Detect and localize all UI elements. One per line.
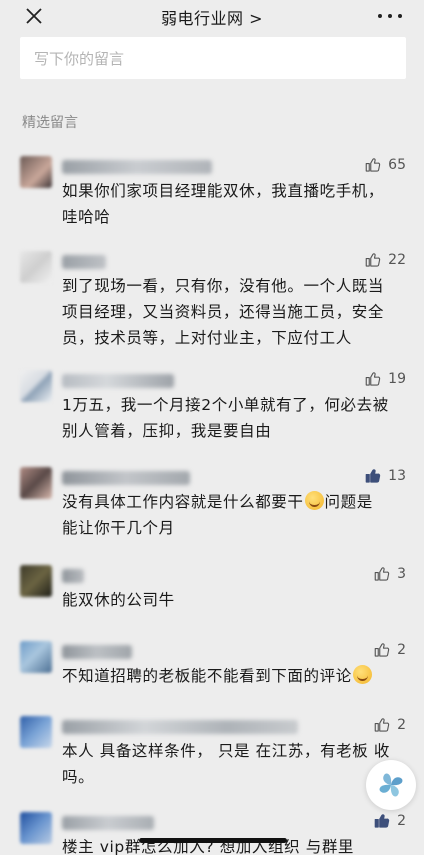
comment-item: 2 楼主 vip群怎么加入? 想加入组织 与群里 bbox=[20, 812, 406, 855]
like-button[interactable]: 65 bbox=[364, 156, 406, 174]
comment-author bbox=[62, 645, 132, 659]
comment-text: 到了现场一看，只有你，没有他。一个人既当 项目经理，又当资料员，还得当施工员，安… bbox=[62, 277, 385, 347]
comment-input-placeholder: 写下你的留言 bbox=[34, 49, 125, 68]
like-button[interactable]: 22 bbox=[364, 251, 406, 269]
page-title[interactable]: 弱电行业网 > bbox=[161, 5, 263, 29]
more-icon[interactable] bbox=[378, 6, 402, 26]
comment-author bbox=[62, 471, 190, 485]
like-button[interactable]: 3 bbox=[373, 565, 406, 583]
thumbs-up-icon bbox=[374, 643, 390, 657]
comment-item: 2 不知道招聘的老板能不能看到下面的评论 bbox=[20, 641, 406, 685]
comment-author bbox=[62, 816, 154, 830]
like-button[interactable]: 2 bbox=[373, 641, 406, 659]
comment-item: 3 能双休的公司牛 bbox=[20, 565, 406, 609]
avatar[interactable] bbox=[20, 812, 52, 844]
like-count: 22 bbox=[388, 252, 406, 268]
like-count: 2 bbox=[397, 717, 406, 733]
like-button[interactable]: 13 bbox=[364, 467, 406, 485]
comment-text: 1万五，我一个月接2个小单就有了，何必去被 别人管着，压抑，我是要自由 bbox=[62, 396, 389, 440]
thumbs-up-icon bbox=[365, 158, 381, 172]
laughing-emoji-icon bbox=[352, 665, 372, 684]
comment-text: 本人 具备这样条件， 只是 在江苏，有老板 收 吗。 bbox=[62, 742, 391, 786]
comment-input[interactable]: 写下你的留言 bbox=[20, 37, 406, 79]
comment-author bbox=[62, 720, 298, 734]
comment-item: 13 没有具体工作内容就是什么都要干 问题是 能让你干几个月 bbox=[20, 467, 406, 537]
avatar[interactable] bbox=[20, 251, 52, 283]
comment-author bbox=[62, 160, 212, 174]
avatar[interactable] bbox=[20, 565, 52, 597]
like-count: 2 bbox=[397, 813, 406, 829]
section-title: 精选留言 bbox=[22, 115, 78, 131]
close-icon[interactable] bbox=[22, 4, 46, 28]
comment-item: 65 如果你们家项目经理能双休，我直播吃手机， 哇哈哈 bbox=[20, 156, 406, 226]
thumbs-up-icon bbox=[365, 372, 381, 386]
comment-text: 如果你们家项目经理能双休，我直播吃手机， 哇哈哈 bbox=[62, 182, 385, 226]
like-count: 19 bbox=[388, 371, 406, 387]
comment-text: 能双休的公司牛 bbox=[62, 591, 175, 609]
laughing-emoji-icon bbox=[304, 491, 324, 510]
like-button[interactable]: 2 bbox=[373, 812, 406, 830]
comment-author bbox=[62, 569, 84, 583]
comment-author bbox=[62, 255, 106, 269]
avatar[interactable] bbox=[20, 370, 52, 402]
comment-author bbox=[62, 374, 174, 388]
avatar[interactable] bbox=[20, 716, 52, 748]
comment-item: 22 到了现场一看，只有你，没有他。一个人既当 项目经理，又当资料员，还得当施工… bbox=[20, 251, 406, 347]
thumbs-up-icon bbox=[374, 814, 390, 828]
home-indicator bbox=[139, 838, 287, 843]
like-count: 65 bbox=[388, 157, 406, 173]
avatar[interactable] bbox=[20, 156, 52, 188]
like-count: 13 bbox=[388, 468, 406, 484]
thumbs-up-icon bbox=[365, 469, 381, 483]
thumbs-up-icon bbox=[374, 567, 390, 581]
floating-logo-button[interactable] bbox=[366, 760, 416, 810]
comment-text: 没有具体工作内容就是什么都要干 问题是 能让你干几个月 bbox=[62, 491, 373, 537]
like-count: 3 bbox=[397, 566, 406, 582]
top-bar: 弱电行业网 > bbox=[0, 0, 424, 34]
like-button[interactable]: 19 bbox=[364, 370, 406, 388]
like-button[interactable]: 2 bbox=[373, 716, 406, 734]
comment-item: 2 本人 具备这样条件， 只是 在江苏，有老板 收 吗。 bbox=[20, 716, 406, 786]
thumbs-up-icon bbox=[365, 253, 381, 267]
thumbs-up-icon bbox=[374, 718, 390, 732]
avatar[interactable] bbox=[20, 467, 52, 499]
comment-text: 不知道招聘的老板能不能看到下面的评论 bbox=[62, 663, 406, 689]
comment-item: 19 1万五，我一个月接2个小单就有了，何必去被 别人管着，压抑，我是要自由 bbox=[20, 370, 406, 440]
avatar[interactable] bbox=[20, 641, 52, 673]
like-count: 2 bbox=[397, 642, 406, 658]
leaf-logo-icon bbox=[379, 773, 403, 797]
